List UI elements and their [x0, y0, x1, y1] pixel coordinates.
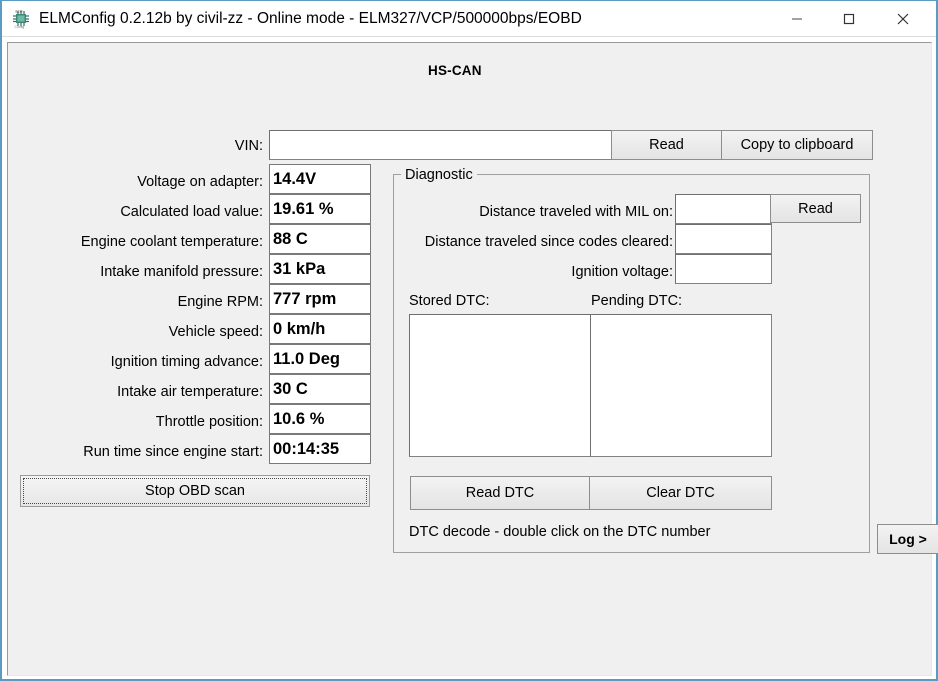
param-label-voltage-on-adapter: Voltage on adapter: — [137, 174, 263, 190]
distance-since-cleared-input[interactable] — [675, 224, 772, 254]
vin-label: VIN: — [234, 138, 263, 154]
param-label-calculated-load-value: Calculated load value: — [120, 204, 263, 220]
minimize-button[interactable] — [774, 1, 820, 36]
param-label-intake-manifold-pressure: Intake manifold pressure: — [100, 264, 263, 280]
param-label-engine-coolant-temperature: Engine coolant temperature: — [80, 234, 263, 250]
title-bar[interactable]: ELM Config ELMConfig 0.2.12b by civil-zz… — [2, 1, 936, 37]
stop-obd-scan-label: Stop OBD scan — [145, 483, 245, 499]
param-value-engine-rpm: 777 rpm — [269, 284, 371, 314]
svg-text:Config: Config — [15, 25, 25, 29]
param-value-intake-manifold-pressure: 31 kPa — [269, 254, 371, 284]
pending-dtc-list[interactable] — [590, 314, 772, 457]
read-diagnostic-button[interactable]: Read — [770, 194, 861, 223]
param-label-ignition-timing-advance: Ignition timing advance: — [110, 354, 263, 370]
close-icon — [897, 13, 909, 24]
log-button[interactable]: Log > — [877, 524, 938, 554]
param-value-calculated-load-value: 19.61 % — [269, 194, 371, 224]
client-area: HS-CAN VIN: Read Copy to clipboard Volta… — [7, 42, 938, 676]
protocol-title: HS-CAN — [428, 63, 482, 78]
vin-input[interactable] — [269, 130, 612, 160]
stored-dtc-label: Stored DTC: — [409, 293, 490, 309]
param-label-throttle-position: Throttle position: — [155, 414, 263, 430]
param-value-intake-air-temperature: 30 C — [269, 374, 371, 404]
param-value-voltage-on-adapter: 14.4V — [269, 164, 371, 194]
close-button[interactable] — [880, 1, 926, 36]
diagnostic-group-label: Diagnostic — [401, 167, 477, 183]
distance-mil-on-label: Distance traveled with MIL on: — [479, 204, 673, 220]
param-value-engine-coolant-temperature: 88 C — [269, 224, 371, 254]
ignition-voltage-label: Ignition voltage: — [571, 264, 673, 280]
minimize-icon — [792, 18, 802, 19]
param-label-engine-rpm: Engine RPM: — [177, 294, 263, 310]
dtc-decode-hint: DTC decode - double click on the DTC num… — [409, 524, 711, 540]
elmconfig-chip-icon: ELM Config — [10, 8, 32, 30]
maximize-button[interactable] — [826, 1, 872, 36]
ignition-voltage-input[interactable] — [675, 254, 772, 284]
param-value-throttle-position: 10.6 % — [269, 404, 371, 434]
param-label-vehicle-speed: Vehicle speed: — [168, 324, 263, 340]
pending-dtc-label: Pending DTC: — [591, 293, 683, 309]
param-label-intake-air-temperature: Intake air temperature: — [117, 384, 263, 400]
param-value-ignition-timing-advance: 11.0 Deg — [269, 344, 371, 374]
read-dtc-button[interactable]: Read DTC — [410, 476, 590, 510]
copy-to-clipboard-button[interactable]: Copy to clipboard — [721, 130, 873, 160]
clear-dtc-button[interactable]: Clear DTC — [589, 476, 772, 510]
param-value-vehicle-speed: 0 km/h — [269, 314, 371, 344]
maximize-icon — [843, 13, 855, 24]
window-title: ELMConfig 0.2.12b by civil-zz - Online m… — [39, 10, 582, 27]
app-window: ELM Config ELMConfig 0.2.12b by civil-zz… — [0, 0, 938, 681]
svg-text:ELM: ELM — [16, 10, 23, 14]
distance-since-cleared-label: Distance traveled since codes cleared: — [424, 234, 673, 250]
distance-mil-on-input[interactable] — [675, 194, 772, 224]
read-vin-button[interactable]: Read — [611, 130, 722, 160]
param-value-run-time-since-engine-start: 00:14:35 — [269, 434, 371, 464]
stored-dtc-list[interactable] — [409, 314, 591, 457]
stop-obd-scan-button[interactable]: Stop OBD scan — [20, 475, 370, 507]
param-label-run-time-since-engine-start: Run time since engine start: — [83, 444, 263, 460]
